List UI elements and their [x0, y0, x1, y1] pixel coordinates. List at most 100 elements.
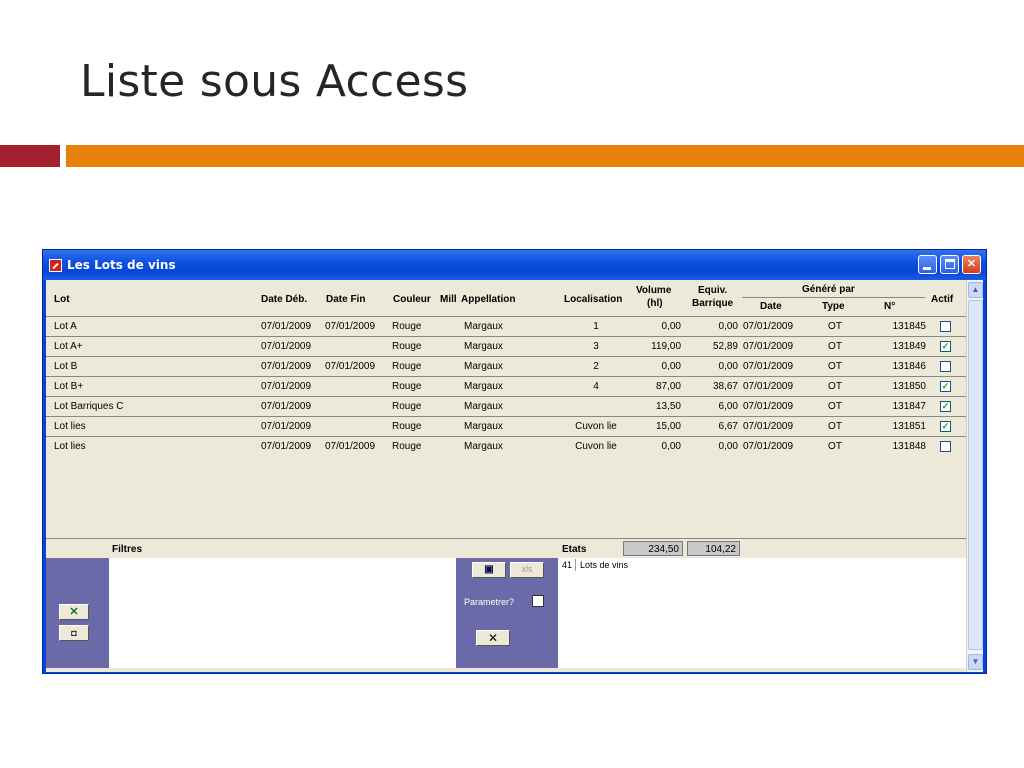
cell-volume[interactable]: 119,00 — [626, 341, 681, 352]
cell-appellation[interactable]: Margaux — [464, 341, 554, 352]
cell-type[interactable]: OT — [820, 421, 850, 432]
etats-list[interactable]: 41 Lots de vins — [558, 558, 966, 668]
cell-lot[interactable]: Lot A+ — [54, 341, 254, 352]
table-row[interactable]: Lot lies 07/01/2009 07/01/2009 Rouge Mar… — [46, 437, 966, 457]
cell-lot[interactable]: Lot lies — [54, 441, 254, 452]
cell-date[interactable]: 07/01/2009 — [743, 441, 807, 452]
cell-lot[interactable]: Lot lies — [54, 421, 254, 432]
list-item[interactable]: 41 Lots de vins — [562, 559, 628, 571]
cell-localisation[interactable]: 3 — [566, 341, 626, 352]
table-row[interactable]: Lot A+ 07/01/2009 Rouge Margaux 3 119,00… — [46, 337, 966, 357]
minimize-button[interactable] — [918, 255, 937, 274]
cell-volume[interactable]: 87,00 — [626, 381, 681, 392]
table-row[interactable]: Lot B+ 07/01/2009 Rouge Margaux 4 87,00 … — [46, 377, 966, 397]
cell-couleur[interactable]: Rouge — [392, 381, 432, 392]
cell-localisation[interactable]: 1 — [566, 321, 626, 332]
cell-date-deb[interactable]: 07/01/2009 — [261, 421, 323, 432]
cell-date-deb[interactable]: 07/01/2009 — [261, 381, 323, 392]
actif-checkbox[interactable]: ✓ — [940, 341, 951, 352]
cell-date-deb[interactable]: 07/01/2009 — [261, 401, 323, 412]
scroll-down-button[interactable]: ▼ — [968, 654, 983, 670]
cell-localisation[interactable]: 4 — [566, 381, 626, 392]
cell-date-deb[interactable]: 07/01/2009 — [261, 341, 323, 352]
print-button[interactable]: ◘ — [59, 625, 89, 641]
table-row[interactable]: Lot B 07/01/2009 07/01/2009 Rouge Margau… — [46, 357, 966, 377]
cell-appellation[interactable]: Margaux — [464, 381, 554, 392]
cell-date[interactable]: 07/01/2009 — [743, 321, 807, 332]
actif-checkbox[interactable] — [940, 441, 951, 452]
cell-lot[interactable]: Lot B — [54, 361, 254, 372]
actif-checkbox[interactable]: ✓ — [940, 421, 951, 432]
cell-lot[interactable]: Lot Barriques C — [54, 401, 254, 412]
cell-type[interactable]: OT — [820, 441, 850, 452]
cell-date-fin[interactable]: 07/01/2009 — [325, 441, 387, 452]
cell-type[interactable]: OT — [820, 401, 850, 412]
vertical-scrollbar[interactable]: ▲ ▼ — [966, 280, 983, 672]
cell-couleur[interactable]: Rouge — [392, 341, 432, 352]
title-bar[interactable]: Les Lots de vins ✕ — [43, 250, 986, 280]
actif-checkbox[interactable]: ✓ — [940, 401, 951, 412]
actif-checkbox[interactable] — [940, 321, 951, 332]
cell-volume[interactable]: 0,00 — [626, 441, 681, 452]
cell-type[interactable]: OT — [820, 361, 850, 372]
cell-couleur[interactable]: Rouge — [392, 401, 432, 412]
save-report-button[interactable]: ▣ — [472, 562, 506, 578]
cell-equiv[interactable]: 38,67 — [686, 381, 738, 392]
cell-volume[interactable]: 13,50 — [626, 401, 681, 412]
maximize-button[interactable] — [940, 255, 959, 274]
cell-equiv[interactable]: 0,00 — [686, 361, 738, 372]
close-report-button[interactable]: ✕ — [476, 630, 510, 646]
cell-date[interactable]: 07/01/2009 — [743, 341, 807, 352]
cell-numero[interactable]: 131847 — [876, 401, 926, 412]
cell-appellation[interactable]: Margaux — [464, 441, 554, 452]
cell-equiv[interactable]: 6,00 — [686, 401, 738, 412]
cell-date[interactable]: 07/01/2009 — [743, 421, 807, 432]
table-row[interactable]: Lot Barriques C 07/01/2009 Rouge Margaux… — [46, 397, 966, 417]
cell-numero[interactable]: 131850 — [876, 381, 926, 392]
cell-appellation[interactable]: Margaux — [464, 401, 554, 412]
cell-date-deb[interactable]: 07/01/2009 — [261, 361, 323, 372]
cell-type[interactable]: OT — [820, 321, 850, 332]
cell-date-fin[interactable]: 07/01/2009 — [325, 361, 387, 372]
cell-lot[interactable]: Lot B+ — [54, 381, 254, 392]
cell-appellation[interactable]: Margaux — [464, 321, 554, 332]
cell-appellation[interactable]: Margaux — [464, 421, 554, 432]
cell-couleur[interactable]: Rouge — [392, 421, 432, 432]
cell-date[interactable]: 07/01/2009 — [743, 381, 807, 392]
cell-localisation[interactable]: Cuvon lie — [566, 421, 626, 432]
parametrer-checkbox[interactable] — [532, 595, 544, 607]
cell-numero[interactable]: 131846 — [876, 361, 926, 372]
cell-type[interactable]: OT — [820, 381, 850, 392]
xls-button[interactable]: xls — [510, 562, 544, 578]
cell-equiv[interactable]: 0,00 — [686, 321, 738, 332]
cell-equiv[interactable]: 0,00 — [686, 441, 738, 452]
cell-equiv[interactable]: 6,67 — [686, 421, 738, 432]
cell-volume[interactable]: 0,00 — [626, 361, 681, 372]
cell-type[interactable]: OT — [820, 341, 850, 352]
scroll-up-button[interactable]: ▲ — [968, 282, 983, 298]
actif-checkbox[interactable]: ✓ — [940, 381, 951, 392]
cell-localisation[interactable]: 2 — [566, 361, 626, 372]
cell-date-fin[interactable]: 07/01/2009 — [325, 321, 387, 332]
cell-numero[interactable]: 131845 — [876, 321, 926, 332]
cell-couleur[interactable]: Rouge — [392, 361, 432, 372]
excel-export-button[interactable]: ✕ — [59, 604, 89, 620]
cell-date[interactable]: 07/01/2009 — [743, 401, 807, 412]
cell-lot[interactable]: Lot A — [54, 321, 254, 332]
table-row[interactable]: Lot A 07/01/2009 07/01/2009 Rouge Margau… — [46, 317, 966, 337]
table-row[interactable]: Lot lies 07/01/2009 Rouge Margaux Cuvon … — [46, 417, 966, 437]
cell-volume[interactable]: 0,00 — [626, 321, 681, 332]
cell-couleur[interactable]: Rouge — [392, 321, 432, 332]
cell-appellation[interactable]: Margaux — [464, 361, 554, 372]
close-window-button[interactable]: ✕ — [962, 255, 981, 274]
scroll-thumb[interactable] — [968, 300, 983, 650]
cell-numero[interactable]: 131849 — [876, 341, 926, 352]
cell-volume[interactable]: 15,00 — [626, 421, 681, 432]
cell-date-deb[interactable]: 07/01/2009 — [261, 441, 323, 452]
cell-numero[interactable]: 131848 — [876, 441, 926, 452]
cell-date-deb[interactable]: 07/01/2009 — [261, 321, 323, 332]
cell-equiv[interactable]: 52,89 — [686, 341, 738, 352]
cell-date[interactable]: 07/01/2009 — [743, 361, 807, 372]
actif-checkbox[interactable] — [940, 361, 951, 372]
filtres-list[interactable] — [109, 558, 456, 668]
